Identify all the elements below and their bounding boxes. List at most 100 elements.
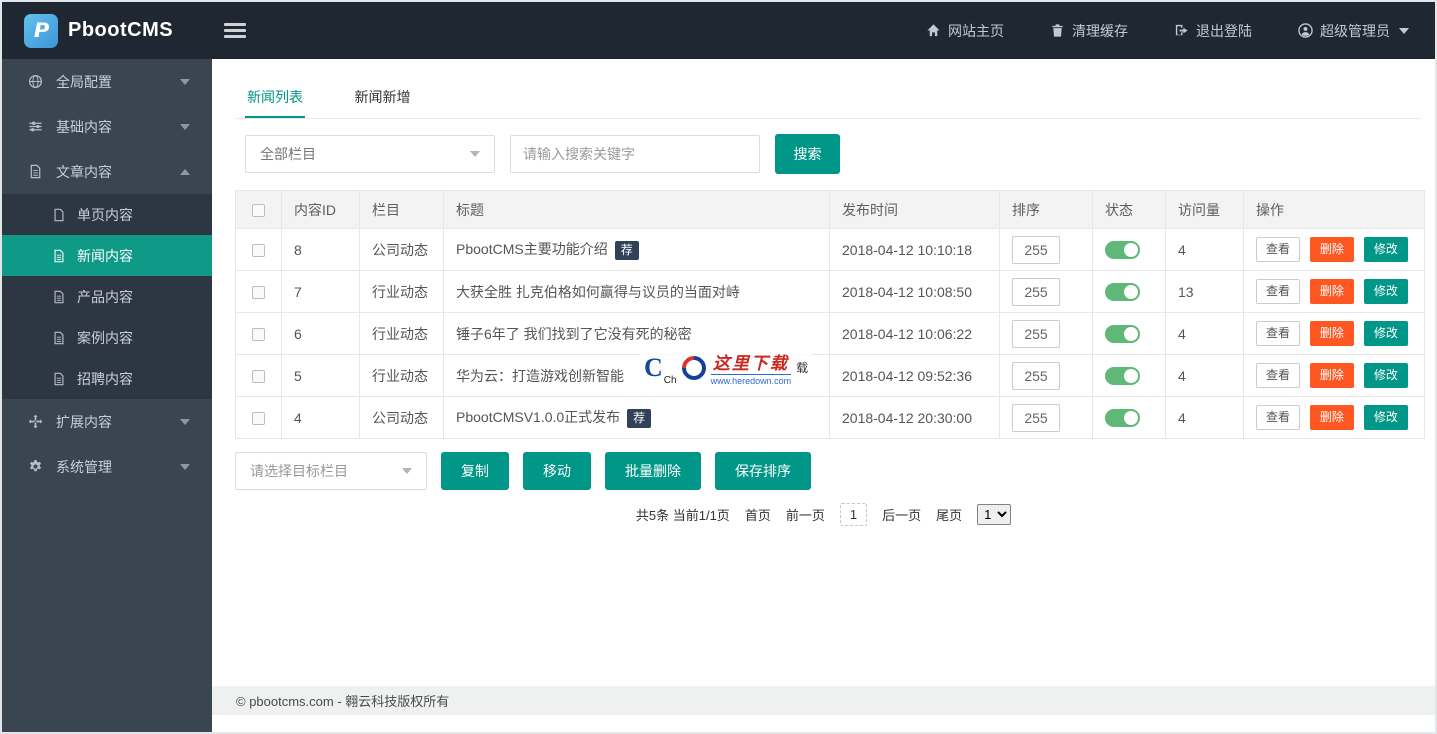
sidebar-item-label: 单页内容 xyxy=(77,206,133,223)
cell-visits: 13 xyxy=(1165,270,1244,313)
delete-button[interactable]: 删除 xyxy=(1309,236,1354,263)
sidebar-item-global-config[interactable]: 全局配置 xyxy=(2,59,212,104)
delete-button[interactable]: 删除 xyxy=(1309,404,1354,431)
sidebar-item-basic-content[interactable]: 基础内容 xyxy=(2,104,212,149)
sort-input[interactable] xyxy=(1012,235,1060,264)
pagination-prev[interactable]: 前一页 xyxy=(786,505,825,524)
cell-visits: 4 xyxy=(1165,396,1244,439)
sidebar-item-label: 新闻内容 xyxy=(77,247,133,264)
row-checkbox[interactable] xyxy=(252,412,265,426)
cell-date: 2018-04-12 10:08:50 xyxy=(829,270,1000,313)
logout-icon xyxy=(1175,24,1188,36)
sidebar-item-products[interactable]: 产品内容 xyxy=(2,276,212,317)
view-button[interactable]: 查看 xyxy=(1256,404,1301,431)
tab-news-add[interactable]: 新闻新增 xyxy=(352,77,412,118)
view-button[interactable]: 查看 xyxy=(1256,236,1301,263)
cell-category: 行业动态 xyxy=(359,312,444,355)
delete-button[interactable]: 删除 xyxy=(1309,278,1354,305)
edit-button[interactable]: 修改 xyxy=(1363,320,1408,347)
topnav: 网站主页 清理缓存 退出登陆 超级管理员 xyxy=(926,21,1435,41)
cell-content-id: 8 xyxy=(281,228,360,271)
pagination-next[interactable]: 后一页 xyxy=(882,505,921,524)
sidebar-item-single-page[interactable]: 单页内容 xyxy=(2,194,212,235)
status-toggle[interactable] xyxy=(1105,282,1140,301)
topnav-home-label: 网站主页 xyxy=(948,22,1004,39)
header-actions: 操作 xyxy=(1243,190,1425,229)
sort-input[interactable] xyxy=(1012,361,1060,390)
main-content: 新闻列表 新闻新增 全部栏目 搜索 内容ID 栏目 标题 发布时间 排序 状态 xyxy=(212,59,1435,732)
expand-icon xyxy=(28,414,43,429)
recommend-badge: 荐 xyxy=(614,241,639,260)
save-sort-button[interactable]: 保存排序 xyxy=(715,452,811,490)
sort-input[interactable] xyxy=(1012,403,1060,432)
topnav-account[interactable]: 超级管理员 xyxy=(1298,21,1409,41)
topnav-logout[interactable]: 退出登陆 xyxy=(1174,21,1252,41)
cell-content-id: 5 xyxy=(281,354,360,397)
status-toggle[interactable] xyxy=(1105,240,1140,259)
tab-news-list[interactable]: 新闻列表 xyxy=(245,77,305,118)
sidebar-item-article-content[interactable]: 文章内容 xyxy=(2,149,212,194)
batch-delete-button[interactable]: 批量删除 xyxy=(605,452,701,490)
sidebar-item-label: 基础内容 xyxy=(56,118,112,135)
status-toggle[interactable] xyxy=(1105,408,1140,427)
pagination-last[interactable]: 尾页 xyxy=(936,505,962,524)
sort-input[interactable] xyxy=(1012,319,1060,348)
row-checkbox[interactable] xyxy=(252,244,265,258)
delete-button[interactable]: 删除 xyxy=(1309,320,1354,347)
pagination-current-page[interactable]: 1 xyxy=(839,503,868,526)
edit-button[interactable]: 修改 xyxy=(1363,278,1408,305)
sidebar-item-label: 全局配置 xyxy=(56,73,112,90)
search-button[interactable]: 搜索 xyxy=(775,134,840,174)
edit-button[interactable]: 修改 xyxy=(1363,404,1408,431)
toggle-knob xyxy=(1124,410,1138,425)
sidebar-item-extended-content[interactable]: 扩展内容 xyxy=(2,399,212,444)
target-category-select[interactable]: 请选择目标栏目 xyxy=(235,452,427,490)
user-icon xyxy=(1298,23,1313,38)
status-toggle[interactable] xyxy=(1105,324,1140,343)
view-button[interactable]: 查看 xyxy=(1256,320,1301,347)
file-text-icon xyxy=(54,372,64,385)
table-row: 8 公司动态 PbootCMS主要功能介绍荐 2018-04-12 10:10:… xyxy=(235,228,1425,271)
hamburger-icon[interactable] xyxy=(224,20,246,41)
edit-button[interactable]: 修改 xyxy=(1363,362,1408,389)
cell-title: 锤子6年了 我们找到了它没有死的秘密 xyxy=(456,325,692,342)
sidebar-item-cases[interactable]: 案例内容 xyxy=(2,317,212,358)
sidebar-item-system[interactable]: 系统管理 xyxy=(2,444,212,489)
cell-date: 2018-04-12 09:52:36 xyxy=(829,354,1000,397)
move-button[interactable]: 移动 xyxy=(523,452,591,490)
header-status: 状态 xyxy=(1092,190,1166,229)
copy-button[interactable]: 复制 xyxy=(441,452,509,490)
cell-date: 2018-04-12 10:10:18 xyxy=(829,228,1000,271)
cell-visits: 4 xyxy=(1165,312,1244,355)
category-select-value: 全部栏目 xyxy=(260,146,316,162)
row-checkbox[interactable] xyxy=(252,370,265,384)
chevron-down-icon xyxy=(1399,27,1409,34)
cell-title: 华为云：打造游戏创新智能 xyxy=(456,367,624,384)
header-date: 发布时间 xyxy=(829,190,1000,229)
row-checkbox[interactable] xyxy=(252,328,265,342)
delete-button[interactable]: 删除 xyxy=(1309,362,1354,389)
select-all-checkbox[interactable] xyxy=(252,204,265,218)
header-sort: 排序 xyxy=(999,190,1093,229)
file-text-icon xyxy=(30,164,41,179)
topnav-home[interactable]: 网站主页 xyxy=(926,21,1004,41)
page-select[interactable]: 1 xyxy=(977,504,1012,525)
toggle-knob xyxy=(1124,284,1138,299)
category-select[interactable]: 全部栏目 xyxy=(245,135,495,173)
edit-button[interactable]: 修改 xyxy=(1363,236,1408,263)
pbootcms-logo-icon: P xyxy=(24,13,58,48)
topnav-clear-cache[interactable]: 清理缓存 xyxy=(1050,21,1128,41)
watermark-sub: Ch xyxy=(663,375,677,386)
row-checkbox[interactable] xyxy=(252,286,265,300)
search-input[interactable] xyxy=(510,135,760,173)
pagination-first[interactable]: 首页 xyxy=(745,505,771,524)
view-button[interactable]: 查看 xyxy=(1256,362,1301,389)
cell-title: 大获全胜 扎克伯格如何赢得与议员的当面对峙 xyxy=(456,283,740,300)
status-toggle[interactable] xyxy=(1105,366,1140,385)
file-icon xyxy=(54,208,64,221)
sidebar-item-recruit[interactable]: 招聘内容 xyxy=(2,358,212,399)
brand[interactable]: P PbootCMS xyxy=(2,13,212,48)
sort-input[interactable] xyxy=(1012,277,1060,306)
sidebar-item-news[interactable]: 新闻内容 xyxy=(2,235,212,276)
view-button[interactable]: 查看 xyxy=(1256,278,1301,305)
